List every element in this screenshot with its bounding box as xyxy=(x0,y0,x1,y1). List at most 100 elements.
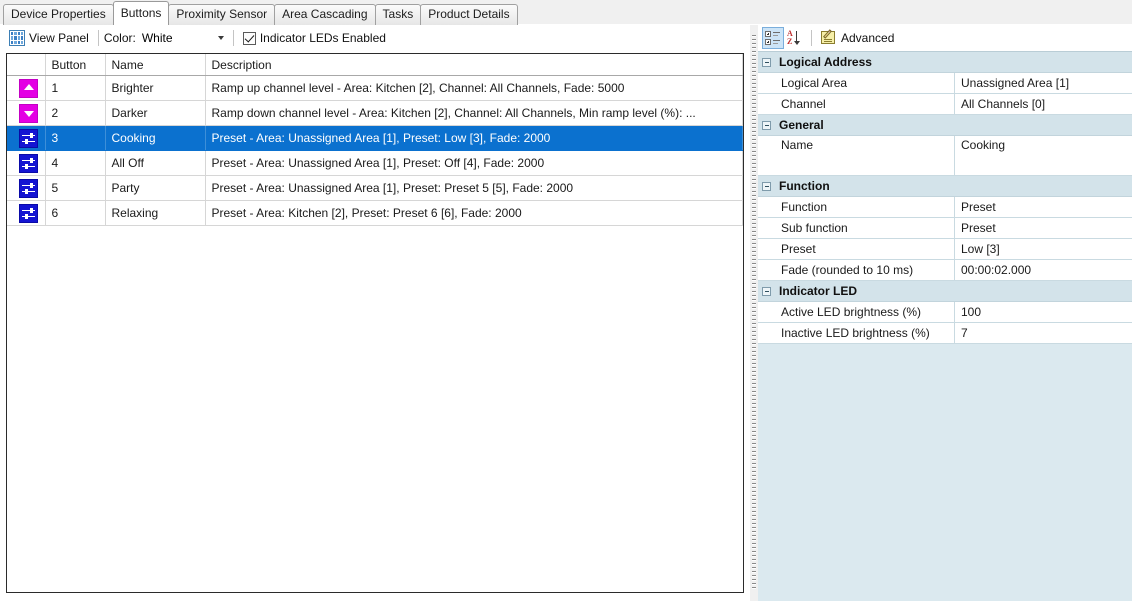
preset-icon xyxy=(19,204,38,223)
property-row[interactable]: Sub functionPreset xyxy=(758,218,1132,239)
view-panel-button[interactable]: View Panel xyxy=(5,27,93,49)
row-description: Ramp up channel level - Area: Kitchen [2… xyxy=(205,76,743,101)
color-dropdown-value: White xyxy=(142,31,173,45)
property-value[interactable]: 00:00:02.000 xyxy=(955,260,1132,280)
property-row[interactable]: PresetLow [3] xyxy=(758,239,1132,260)
property-value[interactable]: Cooking xyxy=(955,136,1132,175)
property-value[interactable]: Low [3] xyxy=(955,239,1132,259)
table-row[interactable]: 4All OffPreset - Area: Unassigned Area [… xyxy=(7,151,743,176)
row-button-number: 6 xyxy=(45,201,105,226)
collapse-icon[interactable] xyxy=(758,115,775,135)
color-label: Color: xyxy=(104,31,136,45)
tab-device-properties[interactable]: Device Properties xyxy=(3,4,114,25)
property-category-header[interactable]: General xyxy=(758,115,1132,136)
property-panel: A Z Advanced Logical AddressLogical Area… xyxy=(758,25,1132,601)
collapse-icon[interactable] xyxy=(758,176,775,196)
row-button-number: 3 xyxy=(45,126,105,151)
buttons-panel: View Panel Color: White Indicator LEDs E… xyxy=(0,25,750,601)
row-name: Brighter xyxy=(105,76,205,101)
tab-strip: Device PropertiesButtonsProximity Sensor… xyxy=(0,0,1132,25)
buttons-table: Button Name Description 1BrighterRamp up… xyxy=(7,54,743,226)
ramp-up-icon xyxy=(19,79,38,98)
collapse-icon[interactable] xyxy=(758,52,775,72)
property-category-header[interactable]: Function xyxy=(758,176,1132,197)
property-row[interactable]: Fade (rounded to 10 ms)00:00:02.000 xyxy=(758,260,1132,281)
indicator-leds-enabled-label: Indicator LEDs Enabled xyxy=(260,31,386,45)
column-header-button[interactable]: Button xyxy=(45,54,105,76)
tab-tasks[interactable]: Tasks xyxy=(375,4,422,25)
property-name: Fade (rounded to 10 ms) xyxy=(758,260,955,280)
column-header-description[interactable]: Description xyxy=(205,54,743,76)
property-row[interactable]: Active LED brightness (%)100 xyxy=(758,302,1132,323)
property-name: Preset xyxy=(758,239,955,259)
row-icon-cell xyxy=(7,76,45,101)
property-row[interactable]: ChannelAll Channels [0] xyxy=(758,94,1132,115)
categorized-view-button[interactable] xyxy=(762,27,784,49)
advanced-label: Advanced xyxy=(841,31,894,45)
buttons-table-body: 1BrighterRamp up channel level - Area: K… xyxy=(7,76,743,226)
property-row[interactable]: NameCooking xyxy=(758,136,1132,176)
property-toolbar: A Z Advanced xyxy=(758,25,1132,51)
tab-proximity-sensor[interactable]: Proximity Sensor xyxy=(168,4,275,25)
table-row[interactable]: 1BrighterRamp up channel level - Area: K… xyxy=(7,76,743,101)
preset-icon xyxy=(19,129,38,148)
preset-icon xyxy=(19,154,38,173)
row-button-number: 5 xyxy=(45,176,105,201)
column-header-name[interactable]: Name xyxy=(105,54,205,76)
property-grid[interactable]: Logical AddressLogical AreaUnassigned Ar… xyxy=(758,51,1132,601)
tab-area-cascading[interactable]: Area Cascading xyxy=(274,4,375,25)
color-dropdown[interactable]: White xyxy=(136,29,228,48)
property-category-label: Indicator LED xyxy=(775,281,857,301)
table-header-row: Button Name Description xyxy=(7,54,743,76)
view-panel-icon xyxy=(9,30,25,46)
row-icon-cell xyxy=(7,176,45,201)
row-button-number: 1 xyxy=(45,76,105,101)
table-row[interactable]: 5PartyPreset - Area: Unassigned Area [1]… xyxy=(7,176,743,201)
row-name: Darker xyxy=(105,101,205,126)
property-category-label: General xyxy=(775,115,824,135)
ramp-down-icon xyxy=(19,104,38,123)
row-description: Preset - Area: Kitchen [2], Preset: Pres… xyxy=(205,201,743,226)
splitter-grip-icon xyxy=(752,35,756,591)
toolbar-separator-2 xyxy=(233,30,234,46)
property-value[interactable]: Preset xyxy=(955,197,1132,217)
property-row[interactable]: Inactive LED brightness (%)7 xyxy=(758,323,1132,344)
tab-buttons[interactable]: Buttons xyxy=(113,1,170,25)
sort-alphabetical-icon: A Z xyxy=(787,30,803,46)
property-category-header[interactable]: Logical Address xyxy=(758,52,1132,73)
row-button-number: 2 xyxy=(45,101,105,126)
property-category-label: Logical Address xyxy=(775,52,872,72)
advanced-button[interactable]: Advanced xyxy=(817,27,898,49)
row-icon-cell xyxy=(7,126,45,151)
categorized-icon xyxy=(765,30,781,45)
property-name: Sub function xyxy=(758,218,955,238)
property-name: Active LED brightness (%) xyxy=(758,302,955,322)
property-value[interactable]: 7 xyxy=(955,323,1132,343)
row-description: Ramp down channel level - Area: Kitchen … xyxy=(205,101,743,126)
tab-product-details[interactable]: Product Details xyxy=(420,4,517,25)
property-value[interactable]: Preset xyxy=(955,218,1132,238)
indicator-leds-enabled-checkbox[interactable]: Indicator LEDs Enabled xyxy=(239,27,390,49)
property-name: Logical Area xyxy=(758,73,955,93)
property-row[interactable]: Logical AreaUnassigned Area [1] xyxy=(758,73,1132,94)
collapse-icon[interactable] xyxy=(758,281,775,301)
column-header-icon[interactable] xyxy=(7,54,45,76)
table-row[interactable]: 2DarkerRamp down channel level - Area: K… xyxy=(7,101,743,126)
table-row[interactable]: 3CookingPreset - Area: Unassigned Area [… xyxy=(7,126,743,151)
property-row[interactable]: FunctionPreset xyxy=(758,197,1132,218)
property-value[interactable]: 100 xyxy=(955,302,1132,322)
row-description: Preset - Area: Unassigned Area [1], Pres… xyxy=(205,126,743,151)
property-category-header[interactable]: Indicator LED xyxy=(758,281,1132,302)
property-value[interactable]: All Channels [0] xyxy=(955,94,1132,114)
property-name: Channel xyxy=(758,94,955,114)
row-name: Relaxing xyxy=(105,201,205,226)
buttons-grid[interactable]: Button Name Description 1BrighterRamp up… xyxy=(6,53,744,593)
property-name: Inactive LED brightness (%) xyxy=(758,323,955,343)
property-value[interactable]: Unassigned Area [1] xyxy=(955,73,1132,93)
preset-icon xyxy=(19,179,38,198)
alphabetical-sort-button[interactable]: A Z xyxy=(784,27,806,49)
table-row[interactable]: 6RelaxingPreset - Area: Kitchen [2], Pre… xyxy=(7,201,743,226)
row-icon-cell xyxy=(7,151,45,176)
panel-splitter[interactable] xyxy=(750,25,758,601)
buttons-table-header: Button Name Description xyxy=(7,54,743,76)
